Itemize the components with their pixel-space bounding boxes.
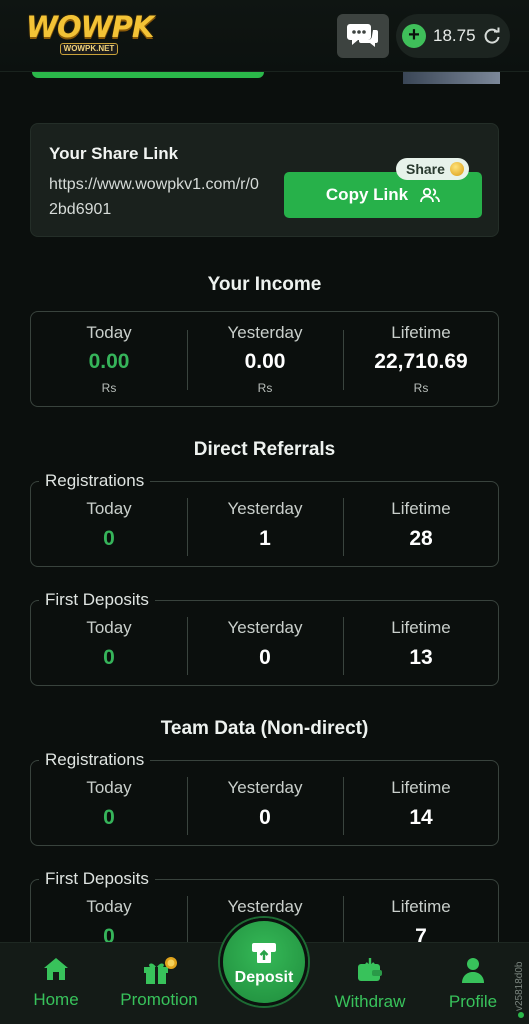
nav-withdraw-label: Withdraw: [334, 992, 406, 1011]
share-link-title: Your Share Link: [49, 144, 179, 163]
stat-label: Yesterday: [227, 778, 303, 797]
stat-label: Yesterday: [227, 323, 303, 342]
stat-value: 0: [103, 646, 115, 669]
stat-value: 28: [409, 527, 433, 550]
direct-registrations-box: Registrations Today 0 Yesterday 1 Lifeti…: [30, 471, 499, 567]
copy-link-label: Copy Link: [325, 185, 409, 204]
deposit-label: Deposit: [234, 969, 294, 986]
stat-value: 0: [259, 646, 271, 669]
chat-bubbles-icon: [347, 24, 378, 47]
stat-value: 14: [409, 806, 433, 829]
chat-button[interactable]: [337, 14, 389, 58]
nav-home[interactable]: Home: [22, 957, 90, 1010]
partial-green-button[interactable]: [32, 72, 264, 78]
stat-label: Lifetime: [391, 778, 451, 797]
nav-profile[interactable]: Profile: [440, 957, 506, 1012]
stat-value: 0: [103, 527, 115, 550]
share-badge: Share: [396, 158, 469, 180]
nav-promotion[interactable]: Promotion: [108, 957, 210, 1010]
add-funds-button[interactable]: +: [402, 24, 426, 48]
stat-label: Yesterday: [227, 618, 303, 637]
team-registrations-box: Registrations Today 0 Yesterday 0 Lifeti…: [30, 750, 499, 846]
stat-label: Lifetime: [391, 618, 451, 637]
deposit-icon: [252, 943, 276, 963]
income-title: Your Income: [207, 274, 322, 295]
team-data-title: Team Data (Non-direct): [160, 718, 369, 739]
stat-value: 0.00: [244, 350, 286, 373]
gift-icon: [144, 957, 177, 984]
wowpk-logo[interactable]: WOWPK WOWPK.NET: [26, 10, 154, 58]
direct-referrals-title: Direct Referrals: [193, 439, 336, 460]
stat-label: Lifetime: [391, 897, 451, 916]
income-stats-box: Today 0.00 Rs Yesterday 0.00 Rs Lifetime…: [30, 311, 499, 407]
direct-first-deposits-box: First Deposits Today 0 Yesterday 0 Lifet…: [30, 590, 499, 686]
coin-icon: [449, 162, 464, 176]
stat-label: Yesterday: [227, 897, 303, 916]
status-dot: [518, 1012, 524, 1018]
stat-label: Today: [86, 897, 132, 916]
home-icon: [44, 958, 68, 980]
share-badge-label: Share: [406, 161, 445, 177]
stat-value: 0.00: [88, 350, 130, 373]
nav-home-label: Home: [33, 990, 79, 1009]
stat-label: Yesterday: [227, 499, 303, 518]
balance-pill: + 18.75: [396, 14, 510, 58]
stat-value: 1: [259, 527, 271, 550]
stat-label: Lifetime: [391, 323, 451, 342]
stat-unit: Rs: [413, 381, 429, 395]
users-icon: [420, 187, 440, 203]
deposit-button[interactable]: Deposit: [220, 918, 308, 1006]
app-header: WOWPK WOWPK.NET + 18.75: [0, 0, 529, 72]
box-legend: First Deposits: [39, 590, 155, 610]
nav-withdraw[interactable]: Withdraw: [328, 957, 412, 1012]
nav-profile-label: Profile: [448, 992, 498, 1011]
user-icon: [462, 958, 484, 983]
stat-label: Today: [86, 618, 132, 637]
box-legend: Registrations: [39, 471, 151, 491]
partial-banner-image: [403, 72, 500, 84]
refresh-icon[interactable]: [483, 27, 501, 45]
logo-subtext: WOWPK.NET: [60, 43, 118, 55]
stat-label: Today: [86, 499, 132, 518]
share-link-url: https://www.wowpkv1.com/r/02bd6901: [49, 176, 259, 218]
nav-promotion-label: Promotion: [120, 990, 198, 1009]
stat-value: 22,710.69: [374, 350, 468, 373]
stat-value: 0: [259, 806, 271, 829]
stat-label: Today: [86, 323, 132, 342]
box-legend: First Deposits: [39, 869, 155, 889]
stat-unit: Rs: [101, 381, 117, 395]
wallet-icon: [358, 958, 382, 981]
share-link-card: Your Share Link https://www.wowpkv1.com/…: [30, 123, 499, 237]
balance-amount: 18.75: [433, 26, 476, 45]
stat-value: 0: [103, 806, 115, 829]
stat-label: Today: [86, 778, 132, 797]
stat-value: 13: [409, 646, 433, 669]
box-legend: Registrations: [39, 750, 151, 770]
stat-unit: Rs: [257, 381, 273, 395]
logo-text: WOWPK: [26, 10, 154, 44]
stat-label: Lifetime: [391, 499, 451, 518]
